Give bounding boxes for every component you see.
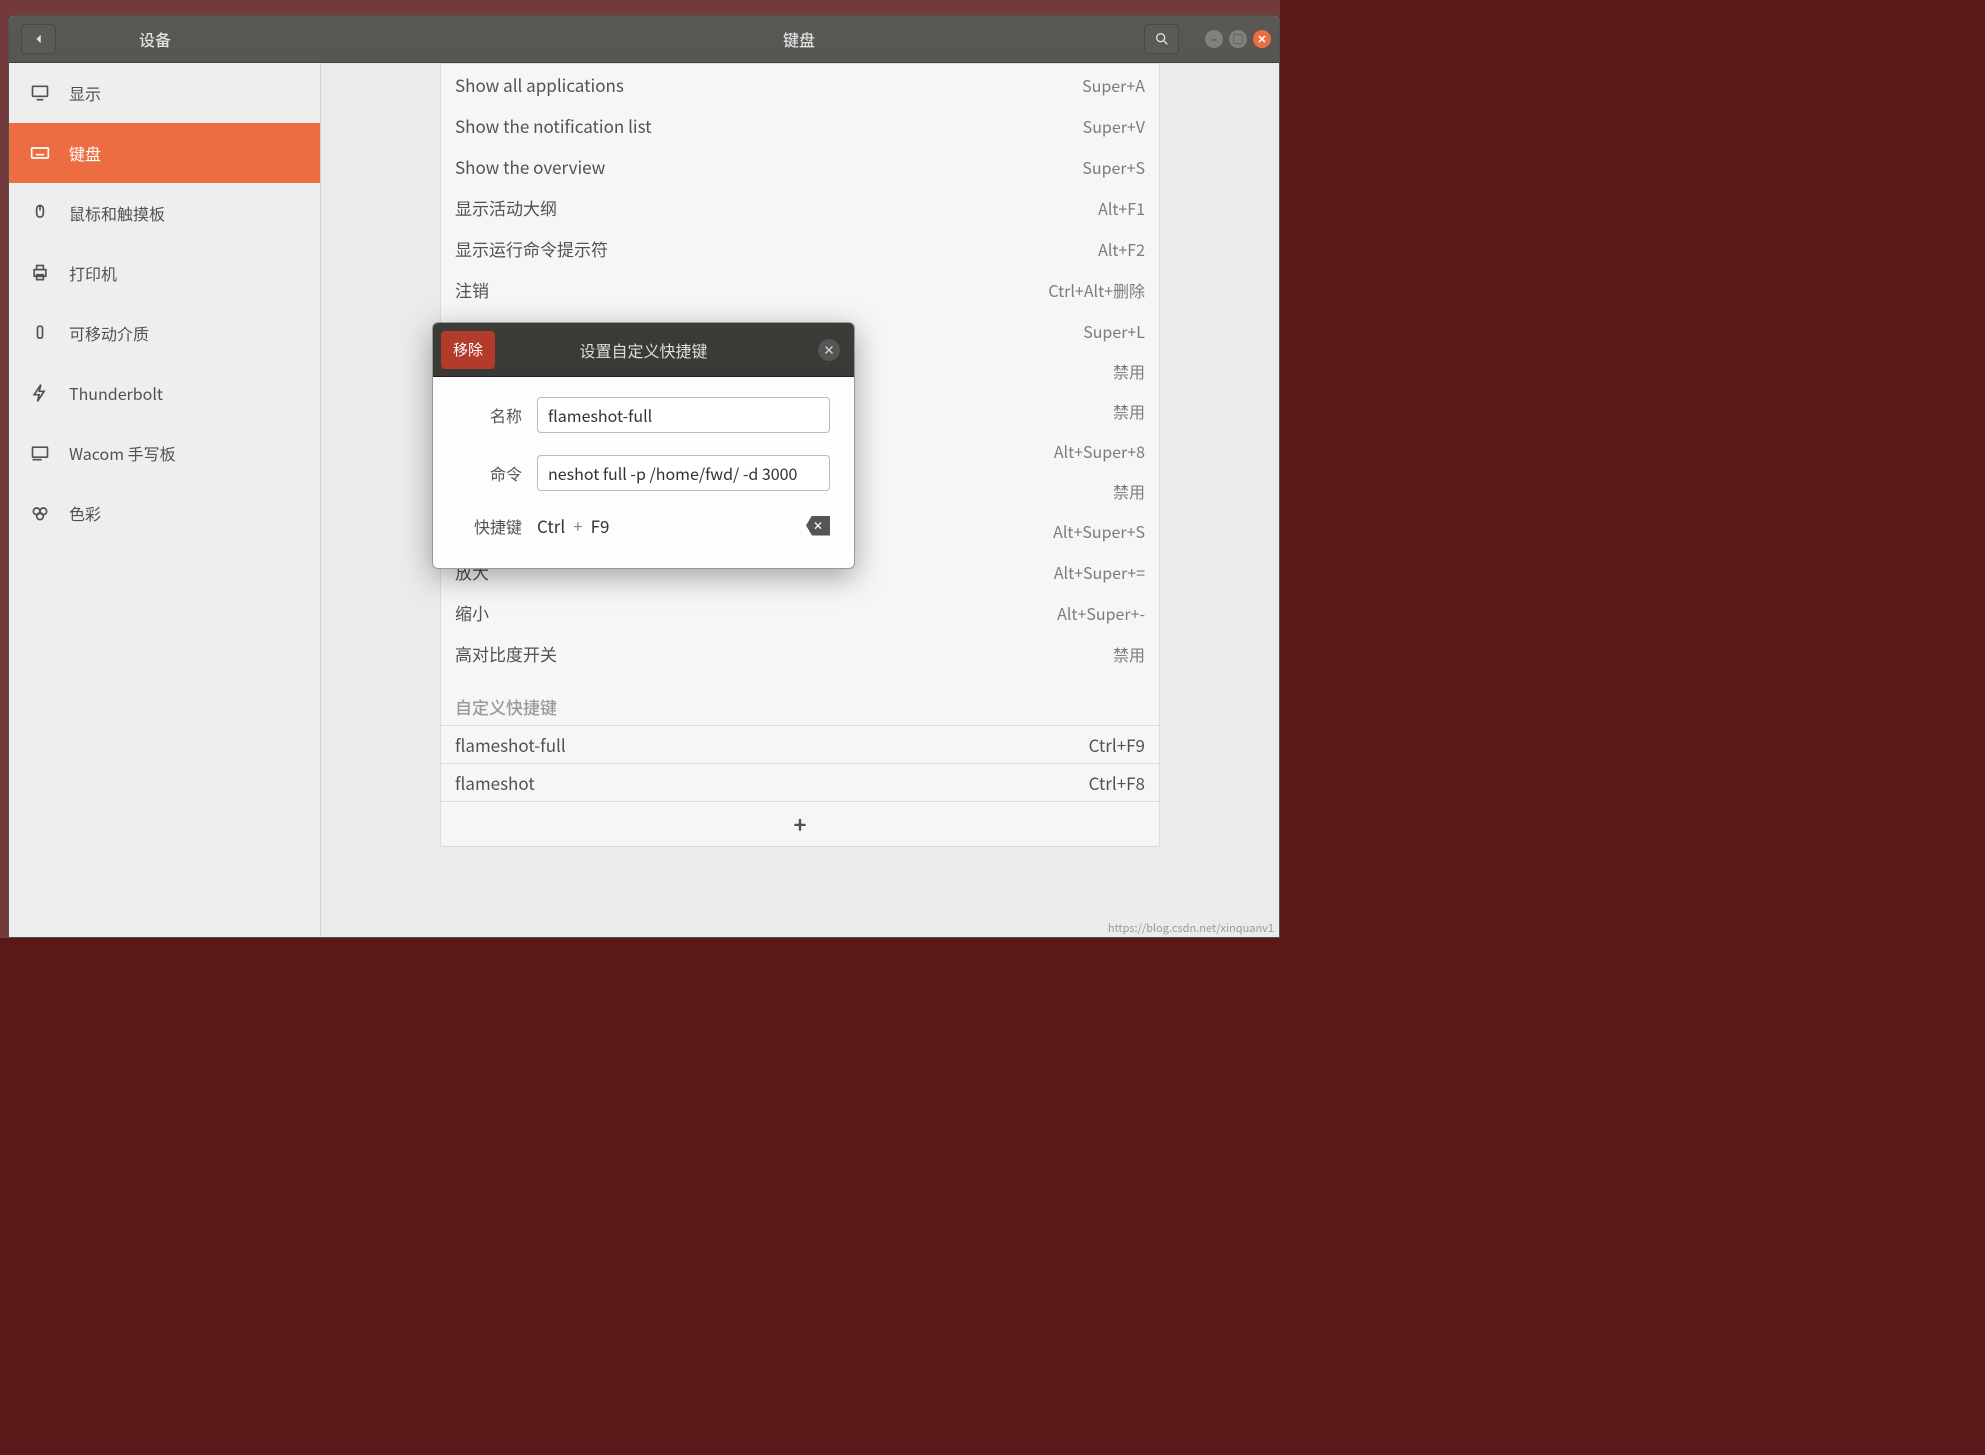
dialog-header: 移除 设置自定义快捷键 [433, 323, 854, 377]
search-icon [1154, 31, 1170, 47]
shortcut-row[interactable]: 高对比度开关 禁用 [441, 633, 1159, 674]
name-label: 名称 [457, 403, 522, 427]
shortcut-row[interactable]: 缩小 Alt+Super+- [441, 592, 1159, 633]
custom-shortcut-key: Ctrl+F8 [1089, 770, 1145, 795]
shortcut-key: 禁用 [1113, 399, 1145, 423]
close-button[interactable]: ✕ [1253, 30, 1271, 48]
custom-shortcut-key: Ctrl+F9 [1089, 732, 1145, 757]
name-input[interactable] [537, 397, 830, 433]
sidebar-item-wacom[interactable]: Wacom 手写板 [9, 423, 320, 483]
shortcut-key: Super+L [1083, 319, 1145, 343]
shortcut-key-f9: F9 [591, 513, 610, 538]
titlebar: 设备 键盘 – □ ✕ [9, 16, 1279, 63]
shortcut-label: 显示活动大纲 [455, 195, 557, 220]
backspace-icon: ✕ [813, 517, 823, 534]
custom-shortcut-dialog: 移除 设置自定义快捷键 名称 命令 快捷键 Ctrl + F9 ✕ [432, 322, 855, 569]
command-input[interactable] [537, 455, 830, 491]
sidebar-item-label: 打印机 [69, 261, 117, 285]
sidebar-item-label: Wacom 手写板 [69, 441, 176, 465]
shortcut-label: 注销 [455, 277, 489, 302]
shortcut-key: Alt+Super+= [1054, 560, 1145, 584]
remove-button[interactable]: 移除 [441, 331, 495, 369]
shortcut-key-ctrl: Ctrl [537, 513, 565, 538]
shortcut-key: Alt+F2 [1098, 237, 1145, 261]
shortcut-key: 禁用 [1113, 359, 1145, 383]
shortcut-row[interactable]: Show all applications Super+A [441, 64, 1159, 105]
sidebar-item-label: Thunderbolt [69, 381, 163, 405]
thunderbolt-icon [29, 382, 51, 404]
dialog-body: 名称 命令 快捷键 Ctrl + F9 ✕ [433, 377, 854, 568]
shortcut-label: 快捷键 [457, 514, 522, 538]
shortcut-plus: + [573, 513, 582, 538]
sidebar-item-label: 键盘 [69, 141, 101, 165]
clear-shortcut-button[interactable]: ✕ [806, 516, 830, 536]
custom-section: flameshot-full Ctrl+F9 flameshot Ctrl+F8 [441, 725, 1159, 801]
sidebar-item-label: 色彩 [69, 501, 101, 525]
back-button[interactable] [21, 24, 56, 54]
shortcut-display[interactable]: Ctrl + F9 [537, 513, 609, 538]
shortcut-row[interactable]: Show the notification list Super+V [441, 105, 1159, 146]
shortcut-label: Show the overview [455, 154, 605, 179]
custom-shortcut-label: flameshot [455, 770, 535, 795]
shortcut-key: Alt+F1 [1098, 196, 1145, 220]
shortcut-key: Alt+Super+8 [1054, 439, 1145, 463]
dialog-close-button[interactable] [818, 339, 840, 361]
watermark: https://blog.csdn.net/xinquanv1 [1108, 920, 1274, 936]
search-button[interactable] [1144, 24, 1179, 54]
sidebar-item-label: 鼠标和触摸板 [69, 201, 165, 225]
add-shortcut-button[interactable]: + [441, 801, 1159, 846]
shortcut-label: Show the notification list [455, 113, 652, 138]
usb-icon [29, 322, 51, 344]
sidebar-item-color[interactable]: 色彩 [9, 483, 320, 543]
display-icon [29, 82, 51, 104]
shortcut-key: 禁用 [1113, 642, 1145, 666]
shortcut-label: Show all applications [455, 72, 624, 97]
shortcut-key: Alt+Super+S [1053, 519, 1145, 543]
shortcut-key: Super+A [1082, 73, 1145, 97]
shortcut-key: 禁用 [1113, 479, 1145, 503]
custom-shortcut-label: flameshot-full [455, 732, 566, 757]
tablet-icon [29, 442, 51, 464]
shortcut-label: 缩小 [455, 600, 489, 625]
shortcut-key: Alt+Super+- [1057, 601, 1145, 625]
page-title: 键盘 [783, 27, 815, 51]
sidebar-item-mouse[interactable]: 鼠标和触摸板 [9, 183, 320, 243]
maximize-button[interactable]: □ [1229, 30, 1247, 48]
shortcut-key: Super+V [1083, 114, 1145, 138]
custom-shortcut-row[interactable]: flameshot Ctrl+F8 [441, 763, 1159, 801]
mouse-icon [29, 202, 51, 224]
sidebar-item-printer[interactable]: 打印机 [9, 243, 320, 303]
name-row: 名称 [457, 397, 830, 433]
shortcut-label: 显示运行命令提示符 [455, 236, 608, 261]
keyboard-icon [29, 142, 51, 164]
shortcut-key: Super+S [1082, 155, 1145, 179]
shortcut-row[interactable]: Show the overview Super+S [441, 146, 1159, 187]
sidebar: 显示 键盘 鼠标和触摸板 打印机 可移动介质 Thunderbolt [9, 63, 321, 937]
shortcut-row[interactable]: 显示活动大纲 Alt+F1 [441, 187, 1159, 228]
shortcut-row[interactable]: 注销 Ctrl+Alt+删除 [441, 269, 1159, 310]
command-row: 命令 [457, 455, 830, 491]
printer-icon [29, 262, 51, 284]
custom-section-title: 自定义快捷键 [441, 674, 1159, 725]
shortcut-key: Ctrl+Alt+删除 [1048, 278, 1145, 302]
shortcut-label: 高对比度开关 [455, 641, 557, 666]
close-icon [823, 344, 835, 356]
dialog-title: 设置自定义快捷键 [579, 338, 707, 362]
color-icon [29, 502, 51, 524]
window-controls: – □ ✕ [1205, 30, 1271, 48]
sidebar-item-display[interactable]: 显示 [9, 63, 320, 123]
minimize-button[interactable]: – [1205, 30, 1223, 48]
chevron-left-icon [32, 32, 46, 46]
sidebar-item-keyboard[interactable]: 键盘 [9, 123, 320, 183]
sidebar-item-thunderbolt[interactable]: Thunderbolt [9, 363, 320, 423]
panel-title: 设备 [139, 27, 171, 51]
sidebar-item-removable[interactable]: 可移动介质 [9, 303, 320, 363]
shortcut-row[interactable]: 显示运行命令提示符 Alt+F2 [441, 228, 1159, 269]
sidebar-item-label: 可移动介质 [69, 321, 149, 345]
shortcut-row: 快捷键 Ctrl + F9 ✕ [457, 513, 830, 538]
custom-shortcut-row[interactable]: flameshot-full Ctrl+F9 [441, 726, 1159, 763]
command-label: 命令 [457, 461, 522, 485]
sidebar-item-label: 显示 [69, 81, 101, 105]
